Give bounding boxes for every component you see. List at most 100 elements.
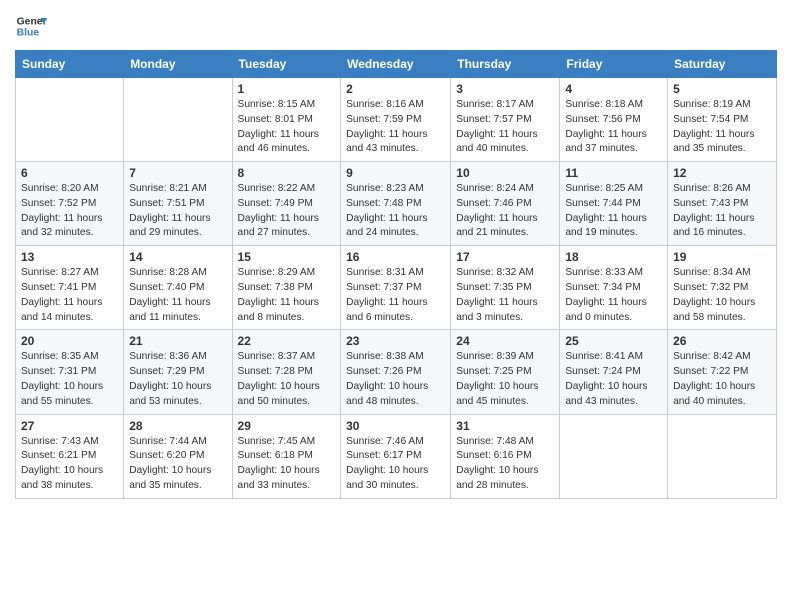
day-info: Sunrise: 7:46 AMSunset: 6:17 PMDaylight:… [346,435,445,494]
day-number: 11 [565,166,662,180]
calendar-cell: 27 Sunrise: 7:43 AMSunset: 6:21 PMDayligh… [16,414,124,498]
day-info: Sunrise: 8:29 AMSunset: 7:38 PMDaylight:… [238,266,336,325]
svg-text:Blue: Blue [17,28,40,39]
day-info: Sunrise: 8:25 AMSunset: 7:44 PMDaylight:… [565,182,662,241]
day-number: 4 [565,82,662,96]
day-info: Sunrise: 7:43 AMSunset: 6:21 PMDaylight:… [21,435,118,494]
day-number: 2 [346,82,445,96]
calendar-cell: 20Sunrise: 8:35 AMSunset: 7:31 PMDayligh… [16,330,124,414]
logo: General Blue [15,10,47,42]
calendar-cell: 12 Sunrise: 8:26 AMSunset: 7:43 PMDayligh… [668,162,777,246]
calendar-header-monday: Monday [124,51,232,78]
day-number: 17 [456,250,554,264]
day-number: 12 [673,166,771,180]
calendar-cell: 5Sunrise: 8:19 AMSunset: 7:54 PMDaylight… [668,78,777,162]
day-info: Sunrise: 8:23 AMSunset: 7:48 PMDaylight:… [346,182,445,241]
calendar-cell: 3Sunrise: 8:17 AMSunset: 7:57 PMDaylight… [451,78,560,162]
calendar-cell [560,414,668,498]
calendar-cell: 16Sunrise: 8:31 AMSunset: 7:37 PMDayligh… [341,246,451,330]
calendar-header-row: SundayMondayTuesdayWednesdayThursdayFrid… [16,51,777,78]
day-number: 31 [456,419,554,433]
day-number: 28 [129,419,226,433]
calendar-week-row: 1 Sunrise: 8:15 AMSunset: 8:01 PMDaylight… [16,78,777,162]
day-info: Sunrise: 8:21 AMSunset: 7:51 PMDaylight:… [129,182,226,241]
day-info: Sunrise: 8:20 AMSunset: 7:52 PMDaylight:… [21,182,118,241]
day-info: Sunrise: 8:26 AMSunset: 7:43 PMDaylight:… [673,182,771,241]
day-info: Sunrise: 8:32 AMSunset: 7:35 PMDaylight:… [456,266,554,325]
day-info: Sunrise: 7:45 AMSunset: 6:18 PMDaylight:… [238,435,336,494]
calendar-cell: 19 Sunrise: 8:34 AMSunset: 7:32 PMDayligh… [668,246,777,330]
calendar-cell: 4 Sunrise: 8:18 AMSunset: 7:56 PMDaylight… [560,78,668,162]
calendar-header-thursday: Thursday [451,51,560,78]
day-number: 22 [238,334,336,348]
calendar-cell: 31Sunrise: 7:48 AMSunset: 6:16 PMDayligh… [451,414,560,498]
day-info: Sunrise: 8:36 AMSunset: 7:29 PMDaylight:… [129,350,226,409]
day-number: 24 [456,334,554,348]
logo-icon: General Blue [15,10,47,42]
calendar-header-saturday: Saturday [668,51,777,78]
calendar-cell: 6Sunrise: 8:20 AMSunset: 7:52 PMDaylight… [16,162,124,246]
day-info: Sunrise: 8:39 AMSunset: 7:25 PMDaylight:… [456,350,554,409]
calendar-cell: 10 Sunrise: 8:24 AMSunset: 7:46 PMDayligh… [451,162,560,246]
day-number: 30 [346,419,445,433]
day-number: 23 [346,334,445,348]
day-number: 13 [21,250,118,264]
day-number: 8 [238,166,336,180]
calendar-header-sunday: Sunday [16,51,124,78]
calendar-container: General Blue SundayMondayTuesdayWednesda… [0,0,792,514]
day-number: 1 [238,82,336,96]
day-info: Sunrise: 8:22 AMSunset: 7:49 PMDaylight:… [238,182,336,241]
day-number: 14 [129,250,226,264]
day-info: Sunrise: 8:27 AMSunset: 7:41 PMDaylight:… [21,266,118,325]
day-number: 5 [673,82,771,96]
calendar-cell [668,414,777,498]
calendar-cell: 21 Sunrise: 8:36 AMSunset: 7:29 PMDayligh… [124,330,232,414]
day-info: Sunrise: 8:35 AMSunset: 7:31 PMDaylight:… [21,350,118,409]
day-info: Sunrise: 8:37 AMSunset: 7:28 PMDaylight:… [238,350,336,409]
day-info: Sunrise: 8:16 AMSunset: 7:59 PMDaylight:… [346,98,445,157]
calendar-cell: 18 Sunrise: 8:33 AMSunset: 7:34 PMDayligh… [560,246,668,330]
calendar-header-tuesday: Tuesday [232,51,341,78]
calendar-cell: 8 Sunrise: 8:22 AMSunset: 7:49 PMDaylight… [232,162,341,246]
calendar-header-wednesday: Wednesday [341,51,451,78]
calendar-cell: 13 Sunrise: 8:27 AMSunset: 7:41 PMDayligh… [16,246,124,330]
day-info: Sunrise: 8:18 AMSunset: 7:56 PMDaylight:… [565,98,662,157]
day-info: Sunrise: 8:17 AMSunset: 7:57 PMDaylight:… [456,98,554,157]
day-number: 10 [456,166,554,180]
day-number: 19 [673,250,771,264]
calendar-cell: 2 Sunrise: 8:16 AMSunset: 7:59 PMDaylight… [341,78,451,162]
calendar-cell: 14 Sunrise: 8:28 AMSunset: 7:40 PMDayligh… [124,246,232,330]
header: General Blue [15,10,777,42]
day-info: Sunrise: 7:44 AMSunset: 6:20 PMDaylight:… [129,435,226,494]
day-info: Sunrise: 8:28 AMSunset: 7:40 PMDaylight:… [129,266,226,325]
calendar-cell: 25Sunrise: 8:41 AMSunset: 7:24 PMDayligh… [560,330,668,414]
calendar-cell [124,78,232,162]
calendar-week-row: 6Sunrise: 8:20 AMSunset: 7:52 PMDaylight… [16,162,777,246]
calendar-cell: 7 Sunrise: 8:21 AMSunset: 7:51 PMDaylight… [124,162,232,246]
day-number: 15 [238,250,336,264]
calendar-cell: 17 Sunrise: 8:32 AMSunset: 7:35 PMDayligh… [451,246,560,330]
day-number: 27 [21,419,118,433]
calendar-week-row: 27 Sunrise: 7:43 AMSunset: 6:21 PMDayligh… [16,414,777,498]
calendar-table: SundayMondayTuesdayWednesdayThursdayFrid… [15,50,777,499]
calendar-cell: 28 Sunrise: 7:44 AMSunset: 6:20 PMDayligh… [124,414,232,498]
day-info: Sunrise: 8:34 AMSunset: 7:32 PMDaylight:… [673,266,771,325]
day-info: Sunrise: 8:33 AMSunset: 7:34 PMDaylight:… [565,266,662,325]
calendar-cell [16,78,124,162]
day-info: Sunrise: 8:31 AMSunset: 7:37 PMDaylight:… [346,266,445,325]
calendar-week-row: 13 Sunrise: 8:27 AMSunset: 7:41 PMDayligh… [16,246,777,330]
calendar-header-friday: Friday [560,51,668,78]
day-info: Sunrise: 8:15 AMSunset: 8:01 PMDaylight:… [238,98,336,157]
day-number: 9 [346,166,445,180]
day-number: 21 [129,334,226,348]
calendar-cell: 29 Sunrise: 7:45 AMSunset: 6:18 PMDayligh… [232,414,341,498]
day-number: 18 [565,250,662,264]
day-number: 25 [565,334,662,348]
day-info: Sunrise: 8:24 AMSunset: 7:46 PMDaylight:… [456,182,554,241]
day-info: Sunrise: 8:38 AMSunset: 7:26 PMDaylight:… [346,350,445,409]
day-number: 26 [673,334,771,348]
calendar-cell: 30 Sunrise: 7:46 AMSunset: 6:17 PMDayligh… [341,414,451,498]
day-number: 7 [129,166,226,180]
day-info: Sunrise: 8:42 AMSunset: 7:22 PMDaylight:… [673,350,771,409]
day-number: 29 [238,419,336,433]
